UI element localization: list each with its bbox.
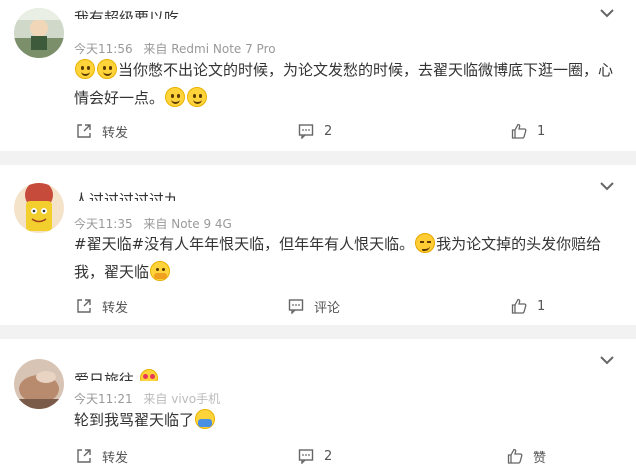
smile-emoji-icon <box>165 87 186 107</box>
like-count: 1 <box>537 298 546 314</box>
timestamp: 今天11:21 <box>74 392 133 406</box>
timestamp: 今天11:35 <box>74 217 133 231</box>
forward-button[interactable]: 转发 <box>76 121 128 141</box>
comment-body: 当你憋不出论文的时候，为论文发愁的时候，去翟天临微博底下逛一圈，心情会好一点。 <box>74 61 614 107</box>
like-button[interactable]: 1 <box>511 296 545 316</box>
avatar[interactable] <box>14 8 64 58</box>
avatar[interactable] <box>14 183 64 233</box>
cover-face-emoji-icon <box>195 409 216 429</box>
forward-icon <box>77 449 91 463</box>
chevron-down-icon[interactable] <box>598 4 616 22</box>
username[interactable]: 我有超级要以吃 <box>74 8 179 19</box>
source-device: 来自 Note 9 4G <box>143 217 232 231</box>
smile-emoji-icon <box>75 59 95 79</box>
comment-text: 轮到我骂翟天临了 <box>74 406 614 434</box>
smug-emoji-icon <box>415 233 436 253</box>
like-button[interactable]: 1 <box>511 121 545 141</box>
smile-emoji-icon <box>97 59 117 79</box>
chevron-down-icon[interactable] <box>598 177 616 195</box>
smile-emoji-icon <box>187 87 208 107</box>
avatar[interactable] <box>14 359 64 409</box>
comment-button[interactable]: 评论 <box>288 296 340 316</box>
username[interactable]: 爱日旅往 <box>74 369 159 381</box>
like-button[interactable]: 赞 <box>507 446 546 466</box>
forward-icon <box>77 124 91 138</box>
comment-text: 当你憋不出论文的时候，为论文发愁的时候，去翟天临微博底下逛一圈，心情会好一点。 <box>74 56 614 112</box>
action-bar: 转发 评论 1 <box>0 296 636 316</box>
comment-label: 评论 <box>314 300 341 316</box>
comment-meta: 今天11:56 来自 Redmi Note 7 Pro <box>74 40 283 57</box>
comment-button[interactable]: 2 <box>298 121 332 141</box>
comment-count: 2 <box>324 123 333 139</box>
hug-emoji-icon <box>150 261 171 281</box>
comment-text: #翟天临#没有人年年恨天临，但年年有人恨天临。 我为论文掉的头发你赔给我，翟天临 <box>74 230 614 286</box>
comment-feed: 我有超级要以吃 今天11:56 来自 Redmi Note 7 Pro 当你憋不… <box>0 0 636 471</box>
chevron-down-icon[interactable] <box>598 351 616 369</box>
comment-body: #翟天临#没有人年年恨天临，但年年有人恨天临。 <box>74 235 415 253</box>
like-count: 1 <box>537 123 546 139</box>
thumbs-up-icon <box>507 448 523 464</box>
comment-meta: 今天11:21 来自 vivo手机 <box>74 390 227 407</box>
comment-card: 人过过过过过九 今天11:35 来自 Note 9 4G #翟天临#没有人年年恨… <box>0 165 636 325</box>
source-device: 来自 Redmi Note 7 Pro <box>143 42 276 56</box>
timestamp: 今天11:56 <box>74 42 133 56</box>
comment-button[interactable]: 2 <box>298 446 332 466</box>
source-device: 来自 vivo手机 <box>143 392 221 406</box>
comment-card: 爱日旅往 今天11:21 来自 vivo手机 轮到我骂翟天临了 转发 2 赞 <box>0 339 636 471</box>
username[interactable]: 人过过过过过九 <box>74 190 179 201</box>
forward-button[interactable]: 转发 <box>76 446 128 466</box>
forward-button[interactable]: 转发 <box>76 296 128 316</box>
comment-icon <box>298 449 314 464</box>
action-bar: 转发 2 赞 <box>0 446 636 466</box>
forward-label: 转发 <box>102 450 129 466</box>
comment-card: 我有超级要以吃 今天11:56 来自 Redmi Note 7 Pro 当你憋不… <box>0 0 636 151</box>
comment-count: 2 <box>324 448 333 464</box>
comment-icon <box>288 299 304 314</box>
like-label: 赞 <box>533 450 547 466</box>
thumbs-up-icon <box>511 298 527 314</box>
forward-label: 转发 <box>102 125 129 141</box>
comment-body: 轮到我骂翟天临了 <box>74 411 195 429</box>
action-bar: 转发 2 1 <box>0 121 636 141</box>
username-text: 爱日旅往 <box>74 371 135 381</box>
comment-icon <box>298 124 314 139</box>
thumbs-up-icon <box>511 123 527 139</box>
forward-label: 转发 <box>102 300 129 316</box>
forward-icon <box>77 299 91 313</box>
heart-eyes-emoji-icon <box>139 369 158 381</box>
